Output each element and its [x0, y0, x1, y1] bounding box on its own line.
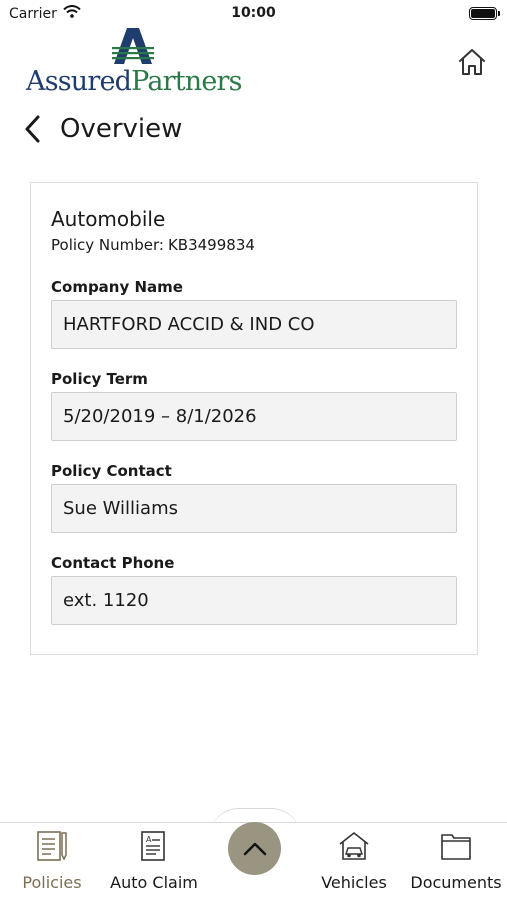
status-bar: Carrier 10:00: [0, 0, 507, 28]
logo-mark-icon: [112, 28, 154, 64]
tab-auto-claim[interactable]: A Auto Claim: [108, 829, 200, 892]
policy-term-label: Policy Term: [51, 370, 148, 388]
policy-contact-label: Policy Contact: [51, 462, 172, 480]
brand-wordmark: AssuredPartners: [26, 66, 243, 97]
page-title: Overview: [60, 114, 183, 144]
battery-icon: [469, 7, 500, 20]
tab-documents-label: Documents: [410, 873, 502, 892]
policy-type: Automobile: [51, 207, 166, 231]
policies-icon: [35, 829, 69, 863]
tab-auto-claim-label: Auto Claim: [110, 873, 198, 892]
brand-wordmark-part1: Assured: [26, 66, 132, 97]
policy-term-field[interactable]: 5/20/2019 – 8/1/2026: [51, 392, 457, 441]
chevron-up-icon: [243, 842, 266, 855]
auto-claim-icon: A: [137, 829, 171, 863]
brand-wordmark-part2: Partners: [131, 66, 242, 97]
policy-card: Automobile Policy Number: KB3499834 Comp…: [30, 182, 478, 655]
policy-number-value: KB3499834: [167, 236, 255, 254]
status-time: 10:00: [231, 5, 276, 21]
contact-phone-label: Contact Phone: [51, 554, 175, 572]
tab-vehicles-label: Vehicles: [321, 873, 387, 892]
home-icon: [459, 49, 485, 75]
tab-policies-label: Policies: [22, 873, 82, 892]
documents-icon: [439, 829, 473, 863]
company-name-label: Company Name: [51, 278, 183, 296]
brand-logo: AssuredPartners: [26, 28, 243, 98]
policy-number-label: Policy Number:: [51, 236, 164, 254]
contact-phone-field[interactable]: ext. 1120: [51, 576, 457, 625]
back-chevron-icon[interactable]: [24, 114, 48, 144]
expand-menu-button[interactable]: [228, 822, 281, 875]
tab-vehicles[interactable]: Vehicles: [318, 829, 390, 892]
tab-documents[interactable]: Documents: [408, 829, 504, 892]
policy-contact-field[interactable]: Sue Williams: [51, 484, 457, 533]
company-name-field[interactable]: HARTFORD ACCID & IND CO: [51, 300, 457, 349]
vehicles-icon: [337, 829, 371, 863]
back-navigation[interactable]: Overview: [24, 111, 182, 147]
svg-text:A: A: [146, 835, 152, 844]
policy-number-row: Policy Number: KB3499834: [51, 236, 255, 254]
home-button[interactable]: [455, 45, 489, 79]
tab-policies[interactable]: Policies: [18, 829, 86, 892]
